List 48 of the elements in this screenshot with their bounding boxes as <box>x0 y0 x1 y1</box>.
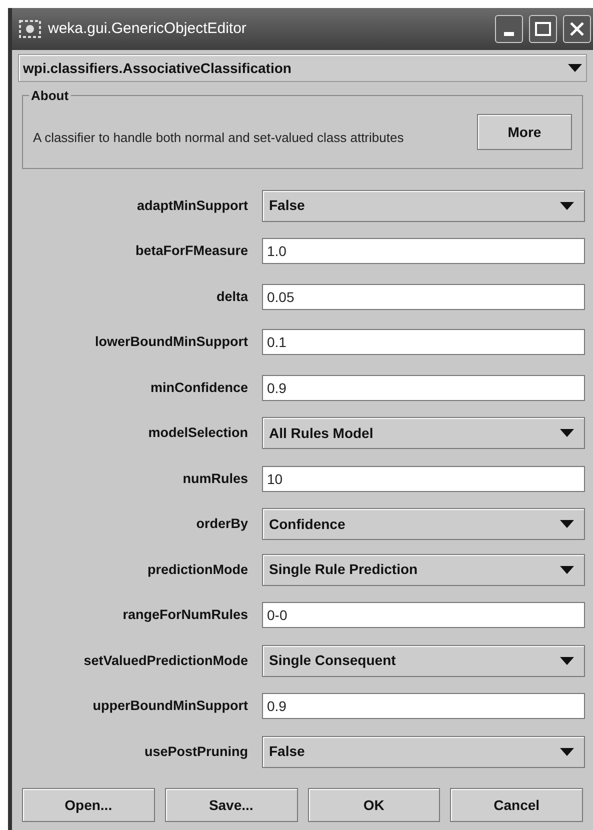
dropdown-arrow-icon <box>568 64 582 72</box>
about-description: A classifier to handle both normal and set-valued class attributes <box>33 128 405 146</box>
minimize-icon <box>504 32 514 36</box>
dropdown-arrow-icon <box>560 429 574 438</box>
property-label: orderBy <box>195 515 249 534</box>
dropdown-arrow-icon <box>560 748 574 756</box>
dialog-button[interactable]: Cancel <box>450 788 583 822</box>
dropdown-field[interactable]: All Rules Model <box>262 417 585 450</box>
dropdown-field[interactable]: Confidence <box>262 508 585 540</box>
maximize-icon <box>535 22 551 36</box>
property-label: rangeForNumRules <box>122 606 249 624</box>
window-title: weka.gui.GenericObjectEditor <box>48 18 248 39</box>
dropdown-field[interactable]: False <box>262 736 585 768</box>
property-label: modelSelection <box>147 424 249 442</box>
dropdown-field[interactable]: False <box>262 190 585 222</box>
text-field[interactable]: 1.0 <box>262 238 585 264</box>
property-label: minConfidence <box>149 378 249 397</box>
property-label: delta <box>215 288 250 306</box>
property-label: adaptMinSupport <box>136 196 249 215</box>
more-button[interactable]: More <box>477 114 572 150</box>
text-field[interactable]: 0-0 <box>262 602 585 628</box>
property-label: numRules <box>182 470 249 488</box>
minimize-button[interactable] <box>495 15 523 43</box>
dropdown-field[interactable]: Single Rule Prediction <box>262 554 585 586</box>
dropdown-arrow-icon <box>560 656 574 665</box>
text-field[interactable]: 0.1 <box>262 329 585 356</box>
property-label: setValuedPredictionMode <box>82 652 249 670</box>
close-button[interactable] <box>563 15 591 43</box>
dialog-button[interactable]: Open... <box>22 788 155 822</box>
text-field[interactable]: 0.9 <box>262 374 585 401</box>
property-label: usePostPruning <box>143 742 249 761</box>
property-label: lowerBoundMinSupport <box>94 333 249 352</box>
close-icon <box>569 21 585 37</box>
property-label: betaForFMeasure <box>134 242 249 260</box>
property-label: upperBoundMinSupport <box>92 697 249 716</box>
dropdown-arrow-icon <box>560 566 574 574</box>
text-field[interactable]: 0.05 <box>262 284 585 310</box>
text-field[interactable]: 0.9 <box>262 693 585 720</box>
class-dropdown[interactable]: wpi.classifiers.AssociativeClassification <box>18 54 587 82</box>
property-label: predictionMode <box>146 560 249 579</box>
dropdown-arrow-icon <box>560 520 574 528</box>
dialog-button[interactable]: Save... <box>164 788 298 822</box>
dialog-button[interactable]: OK <box>308 788 440 822</box>
text-field[interactable]: 10 <box>262 466 585 492</box>
app-icon <box>18 18 42 40</box>
dropdown-field[interactable]: Single Consequent <box>262 644 585 677</box>
maximize-button[interactable] <box>529 15 557 43</box>
dropdown-arrow-icon <box>560 202 574 210</box>
